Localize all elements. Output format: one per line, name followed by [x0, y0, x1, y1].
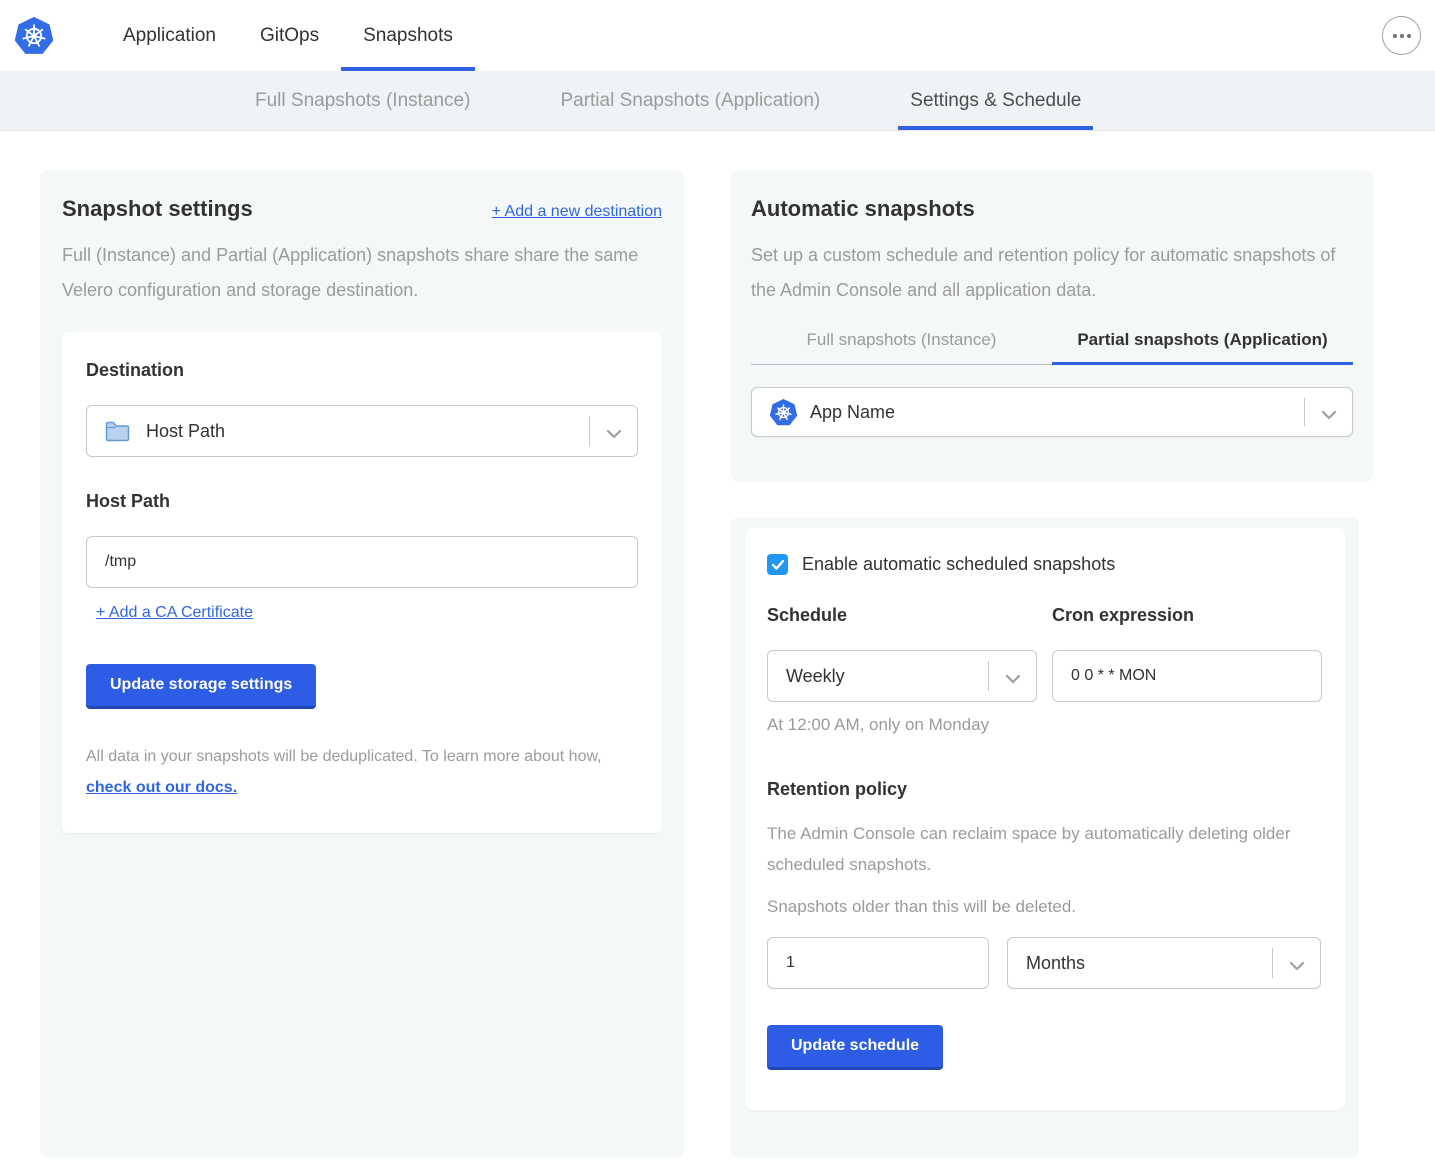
nav-item-gitops[interactable]: GitOps — [238, 0, 341, 71]
retention-hint: Snapshots older than this will be delete… — [767, 897, 1323, 917]
select-divider — [988, 661, 989, 691]
schedule-interval-value: Weekly — [786, 666, 845, 687]
app-kubernetes-icon — [770, 399, 797, 426]
snapshots-subnav: Full Snapshots (Instance) Partial Snapsh… — [0, 71, 1435, 131]
dedup-note-text: All data in your snapshots will be dedup… — [86, 748, 602, 765]
subtab-label: Partial Snapshots (Application) — [560, 90, 820, 112]
retention-policy-description: The Admin Console can reclaim space by a… — [767, 818, 1323, 880]
top-nav: Application GitOps Snapshots — [0, 0, 1435, 71]
destination-select-value: Host Path — [146, 421, 225, 442]
cron-expression-label: Cron expression — [1052, 605, 1322, 626]
primary-nav: Application GitOps Snapshots — [101, 0, 475, 71]
update-schedule-button[interactable]: Update schedule — [767, 1025, 943, 1070]
select-divider — [1272, 948, 1273, 978]
cron-expression-input[interactable] — [1052, 650, 1322, 702]
tab-full-snapshots-instance[interactable]: Full snapshots (Instance) — [751, 330, 1052, 365]
chevron-down-icon — [606, 426, 622, 444]
storage-form-card: Destination Host Path Host Path + Add a … — [62, 332, 662, 833]
snapshot-settings-title: Snapshot settings — [62, 196, 253, 222]
subtab-settings-schedule[interactable]: Settings & Schedule — [898, 71, 1093, 130]
retention-unit-select[interactable]: Months — [1007, 937, 1321, 989]
snapshot-settings-card: Snapshot settings + Add a new destinatio… — [40, 170, 684, 1157]
snapshot-settings-description: Full (Instance) and Partial (Application… — [62, 238, 662, 308]
subtab-full-snapshots[interactable]: Full Snapshots (Instance) — [243, 71, 482, 130]
active-subtab-underline — [898, 126, 1093, 130]
tab-label: Partial snapshots (Application) — [1077, 330, 1327, 349]
subtab-partial-snapshots[interactable]: Partial Snapshots (Application) — [548, 71, 832, 130]
nav-item-application[interactable]: Application — [101, 0, 238, 71]
dedup-note: All data in your snapshots will be dedup… — [86, 741, 638, 803]
chevron-down-icon — [1321, 407, 1337, 425]
enable-snapshots-label: Enable automatic scheduled snapshots — [802, 554, 1115, 575]
kubernetes-logo-icon — [15, 17, 53, 55]
update-storage-settings-button[interactable]: Update storage settings — [86, 664, 316, 709]
overflow-menu-button[interactable] — [1382, 16, 1421, 55]
destination-select[interactable]: Host Path — [86, 405, 638, 457]
select-divider — [589, 416, 590, 446]
automatic-snapshots-card: Automatic snapshots Set up a custom sche… — [731, 170, 1373, 482]
automatic-snapshots-description: Set up a custom schedule and retention p… — [751, 238, 1353, 308]
tab-partial-snapshots-application[interactable]: Partial snapshots (Application) — [1052, 330, 1353, 365]
subtab-label: Full Snapshots (Instance) — [255, 90, 470, 112]
add-new-destination-link[interactable]: + Add a new destination — [492, 203, 662, 221]
retention-unit-value: Months — [1026, 953, 1085, 974]
schedule-outer-card: Enable automatic scheduled snapshots Sch… — [731, 517, 1359, 1158]
nav-item-label: GitOps — [260, 25, 319, 47]
chevron-down-icon — [1005, 671, 1021, 689]
snapshot-type-tabs: Full snapshots (Instance) Partial snapsh… — [751, 330, 1353, 365]
add-ca-certificate-link[interactable]: + Add a CA Certificate — [96, 604, 253, 621]
schedule-label: Schedule — [767, 605, 1037, 626]
enable-snapshots-checkbox[interactable] — [767, 554, 788, 575]
host-path-label: Host Path — [86, 491, 638, 512]
retention-policy-title: Retention policy — [767, 779, 1323, 800]
app-select[interactable]: App Name — [751, 387, 1353, 437]
retention-amount-input[interactable] — [767, 937, 989, 989]
automatic-snapshots-title: Automatic snapshots — [751, 196, 1353, 222]
destination-label: Destination — [86, 360, 638, 381]
nav-item-label: Application — [123, 25, 216, 47]
select-divider — [1304, 398, 1305, 426]
chevron-down-icon — [1289, 958, 1305, 976]
app-select-value: App Name — [810, 402, 895, 423]
cron-hint: At 12:00 AM, only on Monday — [767, 715, 1323, 735]
folder-icon — [105, 421, 130, 442]
tab-label: Full snapshots (Instance) — [807, 330, 997, 349]
nav-item-snapshots[interactable]: Snapshots — [341, 0, 475, 71]
schedule-card: Enable automatic scheduled snapshots Sch… — [745, 528, 1345, 1110]
host-path-input[interactable] — [86, 536, 638, 588]
schedule-interval-select[interactable]: Weekly — [767, 650, 1037, 702]
nav-item-label: Snapshots — [363, 25, 453, 47]
ellipsis-icon — [1393, 34, 1397, 38]
subtab-label: Settings & Schedule — [910, 90, 1081, 112]
docs-link[interactable]: check out our docs. — [86, 779, 237, 796]
